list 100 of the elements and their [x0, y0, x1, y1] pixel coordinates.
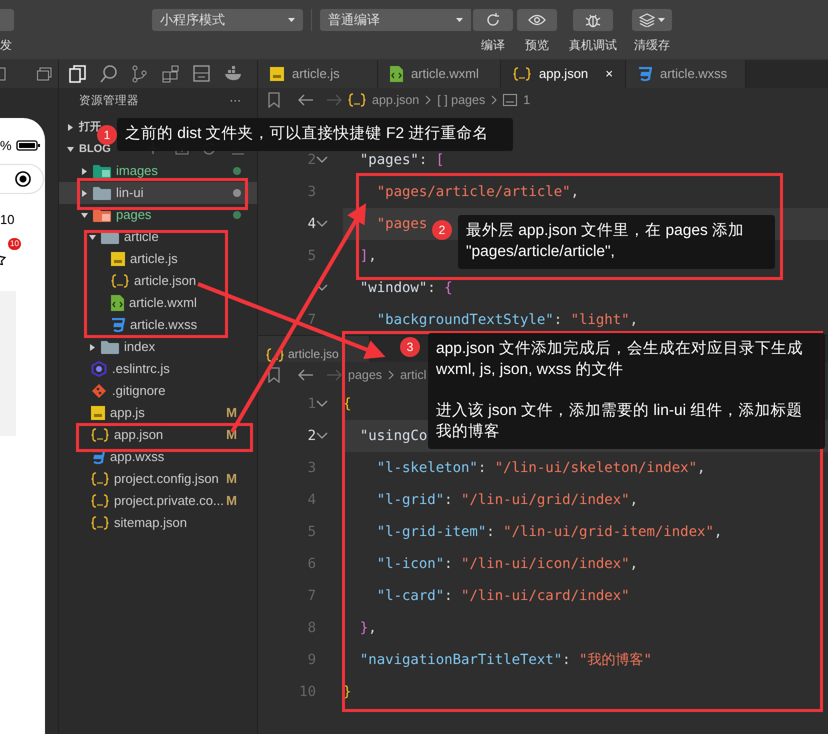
diamond-icon: [91, 383, 107, 399]
chevron-icon: [425, 95, 432, 105]
toolbar-label: 预览: [525, 37, 549, 54]
code-file-icon: [111, 295, 124, 311]
breadcrumb-item[interactable]: app.json: [372, 90, 420, 110]
breadcrumb-item[interactable]: [ ] pages: [437, 90, 486, 110]
braces-icon: [91, 516, 109, 530]
files-icon[interactable]: [69, 65, 87, 83]
tree-item[interactable]: article.wxss: [59, 314, 257, 336]
tree-item[interactable]: .gitignore: [59, 380, 257, 402]
editor-tab[interactable]: article.wxss: [626, 60, 746, 88]
capsule-button[interactable]: [0, 164, 44, 194]
code-file-icon: [390, 66, 403, 82]
tree-item[interactable]: article.js: [59, 248, 257, 270]
line-number: 2: [306, 426, 316, 446]
fold-chevron-icon[interactable]: [316, 284, 328, 292]
window-icon: [0, 67, 6, 81]
code-line: "l-grid": "/lin-ui/grid/index",: [376, 490, 638, 510]
code-line: "usingCo: [358, 426, 428, 446]
whale-icon[interactable]: [224, 65, 242, 83]
braces-icon: [91, 472, 109, 486]
battery-icon: [16, 140, 40, 152]
fold-chevron-icon[interactable]: [316, 220, 328, 228]
tree-item[interactable]: project.private.co... M: [59, 490, 257, 512]
chevron-icon: [491, 95, 498, 105]
expanded-caret-icon: [66, 146, 74, 152]
toolbar-button[interactable]: [573, 9, 613, 31]
folder-icon: [101, 340, 119, 354]
target-icon: [15, 170, 31, 186]
tree-item[interactable]: article.wxml: [59, 292, 257, 314]
collapsed-caret-icon: [66, 124, 74, 130]
toolbar-label: 编译: [481, 37, 505, 54]
braces-icon: [91, 428, 109, 442]
branch-icon[interactable]: [131, 65, 149, 83]
line-number: 5: [306, 246, 316, 266]
notification-badge: 10: [8, 238, 21, 250]
storage-icon[interactable]: [193, 65, 211, 83]
annotation-text: 之前的 dist 文件夹，可以直接快捷键 F2 进行重命名: [125, 124, 490, 144]
fold-chevron-icon[interactable]: [316, 400, 328, 408]
breadcrumb-item[interactable]: 1: [523, 90, 530, 110]
tree-item[interactable]: index: [59, 336, 257, 358]
css-file-icon: [111, 318, 125, 332]
tree-item[interactable]: lin-ui: [59, 182, 257, 204]
code-line: "l-icon": "/lin-ui/icon/index",: [376, 554, 638, 574]
js-file-icon: [111, 252, 125, 266]
fold-chevron-icon[interactable]: [316, 156, 328, 164]
compile-dropdown[interactable]: 普通编译: [320, 9, 471, 31]
code-line: }: [343, 682, 352, 702]
line-number: 7: [306, 586, 316, 606]
bookmark-icon[interactable]: [268, 367, 280, 383]
braces-icon: [266, 348, 284, 362]
fold-chevron-icon[interactable]: [316, 432, 328, 440]
code-line: ],: [358, 246, 377, 266]
tree-item[interactable]: pages: [59, 204, 257, 226]
tree-item[interactable]: images: [59, 160, 257, 182]
panel-title: 资源管理器: [79, 94, 139, 110]
blocks-icon[interactable]: [162, 65, 180, 83]
editor-tab[interactable]: article.wxml: [378, 60, 501, 88]
tree-item[interactable]: sitemap.json: [59, 512, 257, 534]
tree-item[interactable]: article.json: [59, 270, 257, 292]
breadcrumb-item[interactable]: pages: [348, 366, 382, 384]
css-file-icon: [638, 67, 652, 81]
code-line: "navigationBarTitleText": "我的博客": [358, 650, 652, 670]
breadcrumb-item[interactable]: articl: [400, 366, 426, 384]
tree-item[interactable]: project.config.json M: [59, 468, 257, 490]
toolbar-button[interactable]: [473, 9, 513, 31]
layers-icon: [639, 13, 655, 27]
tree-item[interactable]: article: [59, 226, 257, 248]
mode-dropdown[interactable]: 小程序模式: [152, 9, 303, 31]
line-number: 1: [306, 394, 316, 414]
search-icon[interactable]: [100, 65, 118, 83]
back-arrow-icon[interactable]: [298, 94, 314, 106]
bookmark-icon[interactable]: [268, 92, 280, 108]
web-folder-icon: [93, 208, 111, 222]
toolbar-label: 真机调试: [569, 37, 617, 54]
line-number: 8: [306, 618, 316, 638]
bug-icon: [585, 12, 601, 28]
line-number: 3: [306, 458, 316, 478]
tree-item[interactable]: app.js M: [59, 402, 257, 424]
line-number: 7: [306, 310, 316, 330]
editor-tab[interactable]: app.json ×: [501, 60, 626, 88]
eye-icon: [528, 14, 546, 26]
tree-item[interactable]: app.wxss: [59, 446, 257, 468]
toolbar-button[interactable]: [517, 9, 557, 31]
count-text: 10: [0, 210, 16, 228]
code-line: },: [358, 618, 377, 638]
braces-icon: [111, 274, 129, 288]
annotation-text: 进入该 json 文件，添加需要的 lin-ui 组件，添加标题我的博客: [436, 400, 804, 442]
editor-tab[interactable]: article.js: [258, 60, 378, 88]
back-arrow-icon[interactable]: [298, 369, 314, 381]
code-line: "l-skeleton": "/lin-ui/skeleton/index",: [376, 458, 706, 478]
annotation-text: 最外层 app.json 文件里，在 pages 添加 "pages/article/article",: [466, 221, 746, 262]
folder-icon: [93, 186, 111, 200]
close-button[interactable]: ×: [605, 64, 613, 84]
toolbar-button[interactable]: [632, 9, 672, 31]
line-number: 4: [306, 214, 316, 234]
code-line: "pages": [: [358, 150, 444, 170]
tree-item[interactable]: .eslintrc.js: [59, 358, 257, 380]
more-button[interactable]: ···: [230, 93, 241, 111]
line-number: 2: [306, 150, 316, 170]
